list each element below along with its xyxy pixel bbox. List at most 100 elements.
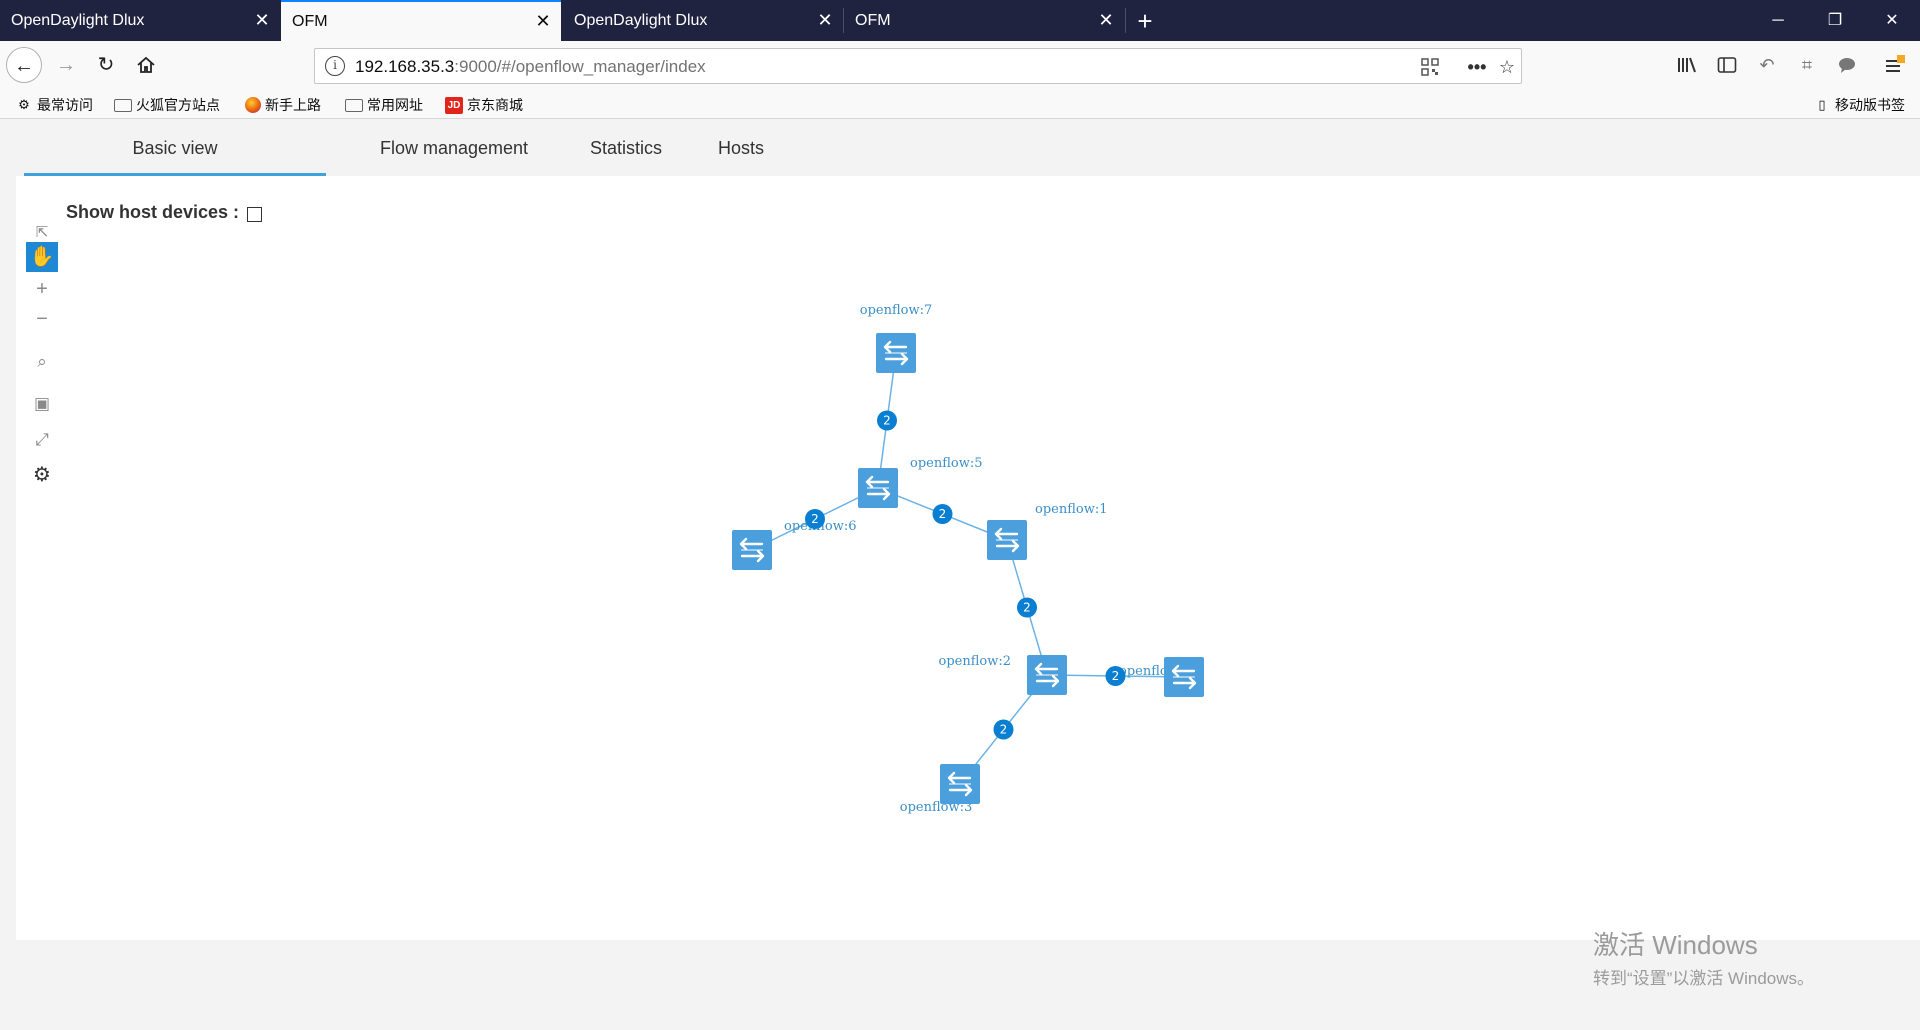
plus-icon: + — [36, 278, 48, 300]
close-tab-icon[interactable]: ✕ — [525, 11, 561, 32]
show-host-devices-checkbox[interactable] — [247, 206, 263, 222]
browser-tab-4[interactable]: OFM ✕ — [844, 0, 1124, 41]
qr-code-icon — [1421, 58, 1439, 76]
topology-view: openflow:7openflow:5openflow:6openflow:1… — [16, 176, 1920, 940]
browser-tab-2[interactable]: OFM ✕ — [281, 0, 561, 41]
close-tab-icon[interactable]: ✕ — [807, 10, 843, 31]
menu-button[interactable] — [1880, 50, 1910, 80]
folder-icon — [345, 98, 363, 112]
bookmark-jd[interactable]: JD 京东商城 — [445, 94, 523, 116]
undo-button[interactable]: ↶ — [1752, 50, 1782, 80]
tab-flow-management[interactable]: Flow management — [364, 120, 544, 176]
jd-icon: JD — [445, 96, 463, 114]
forward-button[interactable]: → — [48, 47, 84, 83]
sidebar-button[interactable] — [1712, 50, 1742, 80]
mobile-bookmarks[interactable]: ▯ 移动版书签 — [1813, 94, 1905, 116]
minimize-button[interactable]: ─ — [1749, 0, 1807, 41]
navigation-toolbar: ← → ↻ i 192.168.35.3:9000/#/openflow_man… — [0, 41, 1920, 90]
site-info-icon[interactable]: i — [325, 56, 345, 76]
link-count-badge[interactable]: 2 — [1017, 597, 1037, 618]
fullscreen-button[interactable]: ⤢ — [26, 424, 58, 454]
chat-button[interactable] — [1832, 50, 1862, 80]
hand-icon: ✋ — [29, 246, 55, 268]
library-button[interactable] — [1672, 50, 1702, 80]
node-label: openflow:5 — [910, 456, 983, 471]
bookmark-star-button[interactable]: ☆ — [1492, 53, 1522, 81]
link-count-badge[interactable]: 2 — [932, 504, 953, 524]
chat-bubble-icon — [1839, 58, 1855, 73]
url-text[interactable]: 192.168.35.3:9000/#/openflow_manager/ind… — [355, 57, 706, 77]
node-label: openflow:1 — [1035, 502, 1108, 517]
restore-button[interactable]: ❐ — [1806, 0, 1864, 41]
close-window-button[interactable]: ✕ — [1863, 0, 1920, 41]
new-tab-button[interactable]: + — [1128, 4, 1162, 38]
back-button[interactable]: ← — [6, 47, 42, 83]
arrow-left-icon: ← — [14, 55, 34, 77]
tab-hosts[interactable]: Hosts — [706, 120, 776, 176]
bookmark-common-sites[interactable]: 常用网址 — [345, 94, 423, 116]
arrow-right-icon: → — [56, 54, 76, 76]
bookmark-label: 常用网址 — [367, 97, 423, 113]
zoom-area-button[interactable]: ⌕ — [26, 346, 58, 376]
bookmark-most-visited[interactable]: ⚙ 最常访问 — [15, 94, 93, 116]
tab-statistics[interactable]: Statistics — [576, 120, 676, 176]
browser-tab-1[interactable]: OpenDaylight Dlux ✕ — [0, 0, 280, 41]
screenshot-button[interactable]: ⌗ — [1792, 50, 1822, 80]
link-count: 2 — [939, 507, 947, 521]
library-icon — [1678, 57, 1696, 73]
reload-button[interactable]: ↻ — [88, 47, 124, 83]
link-count-badge[interactable]: 2 — [993, 719, 1014, 740]
address-bar[interactable]: i 192.168.35.3:9000/#/openflow_manager/i… — [314, 48, 1522, 84]
bookmark-getting-started[interactable]: 新手上路 — [245, 94, 321, 116]
select-cursor-icon: ⇱ — [35, 224, 49, 241]
switch-node[interactable] — [732, 530, 772, 570]
bookmark-label: 火狐官方站点 — [136, 97, 220, 113]
home-button[interactable] — [128, 47, 164, 83]
gear-icon: ⚙ — [18, 97, 30, 112]
node-label: openflow:2 — [939, 654, 1012, 669]
link-count: 2 — [883, 414, 891, 428]
zoom-area-icon: ⌕ — [37, 352, 47, 371]
switch-node[interactable] — [876, 333, 916, 373]
windows-activation-watermark: 激活 Windows 转到“设置”以激活 Windows。 — [1593, 925, 1814, 989]
watermark-line1: 激活 Windows — [1593, 930, 1758, 960]
watermark-line2: 转到“设置”以激活 Windows。 — [1593, 969, 1815, 988]
show-host-devices-label: Show host devices : — [66, 202, 240, 222]
url-host: 192.168.35.3 — [355, 57, 455, 76]
tab-title: OpenDaylight Dlux — [11, 11, 145, 29]
minus-icon: − — [36, 308, 48, 330]
browser-tab-strip: OpenDaylight Dlux ✕ OFM ✕ OpenDaylight D… — [0, 0, 1920, 41]
switch-node[interactable] — [987, 520, 1027, 560]
close-tab-icon[interactable]: ✕ — [1088, 10, 1124, 31]
link-count-badge[interactable]: 2 — [805, 509, 825, 529]
link-count-badge[interactable]: 2 — [877, 410, 897, 431]
gear-icon: ⚙ — [33, 464, 51, 486]
hamburger-icon — [1886, 55, 1905, 72]
browser-tab-3[interactable]: OpenDaylight Dlux ✕ — [563, 0, 843, 41]
reload-icon: ↻ — [97, 54, 115, 76]
app-tab-bar: Basic view Flow management Statistics Ho… — [16, 120, 1920, 176]
switch-node[interactable] — [1027, 655, 1067, 695]
tab-separator — [1125, 8, 1126, 33]
pan-tool-button[interactable]: ✋ — [26, 242, 58, 272]
switch-node[interactable] — [940, 764, 980, 804]
bookmark-firefox-site[interactable]: 火狐官方站点 — [114, 94, 220, 116]
zoom-in-button[interactable]: + — [26, 274, 58, 304]
page-actions-button[interactable]: ••• — [1462, 53, 1492, 81]
settings-button[interactable]: ⚙ — [26, 460, 58, 490]
node-label: openflow:7 — [860, 303, 933, 318]
fit-view-button[interactable]: ▣ — [26, 388, 58, 418]
switch-node[interactable] — [858, 468, 898, 508]
tab-basic-view[interactable]: Basic view — [24, 120, 326, 176]
switch-node[interactable] — [1164, 657, 1204, 697]
bookmarks-toolbar: ⚙ 最常访问 火狐官方站点 新手上路 常用网址 JD 京东商城 ▯ 移动版书签 — [0, 90, 1920, 119]
link-count-badge[interactable]: 2 — [1105, 666, 1126, 686]
link-count: 2 — [811, 512, 819, 526]
qr-code-button[interactable] — [1415, 53, 1445, 81]
zoom-out-button[interactable]: − — [26, 304, 58, 334]
link-count: 2 — [1000, 723, 1008, 737]
crop-icon: ⌗ — [1801, 55, 1813, 75]
topology-canvas[interactable]: openflow:7openflow:5openflow:6openflow:1… — [16, 176, 1920, 940]
close-tab-icon[interactable]: ✕ — [244, 10, 280, 31]
bookmark-label: 新手上路 — [265, 97, 321, 113]
